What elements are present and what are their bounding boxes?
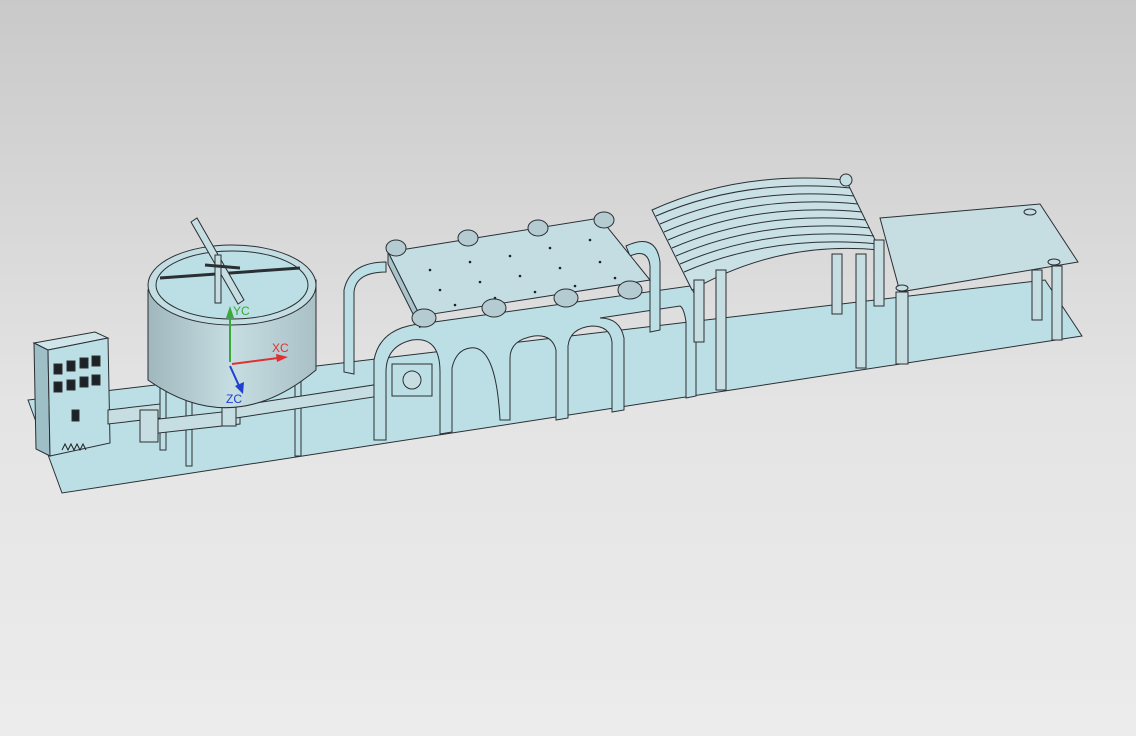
- control-cabinet[interactable]: [32, 331, 111, 457]
- assembly-model[interactable]: [0, 0, 1136, 736]
- xc-label: XC: [272, 341, 289, 355]
- cad-viewport[interactable]: YC XC ZC: [0, 0, 1136, 736]
- yc-label: YC: [233, 304, 250, 318]
- mixing-tank[interactable]: [147, 244, 317, 409]
- zc-label: ZC: [226, 392, 242, 406]
